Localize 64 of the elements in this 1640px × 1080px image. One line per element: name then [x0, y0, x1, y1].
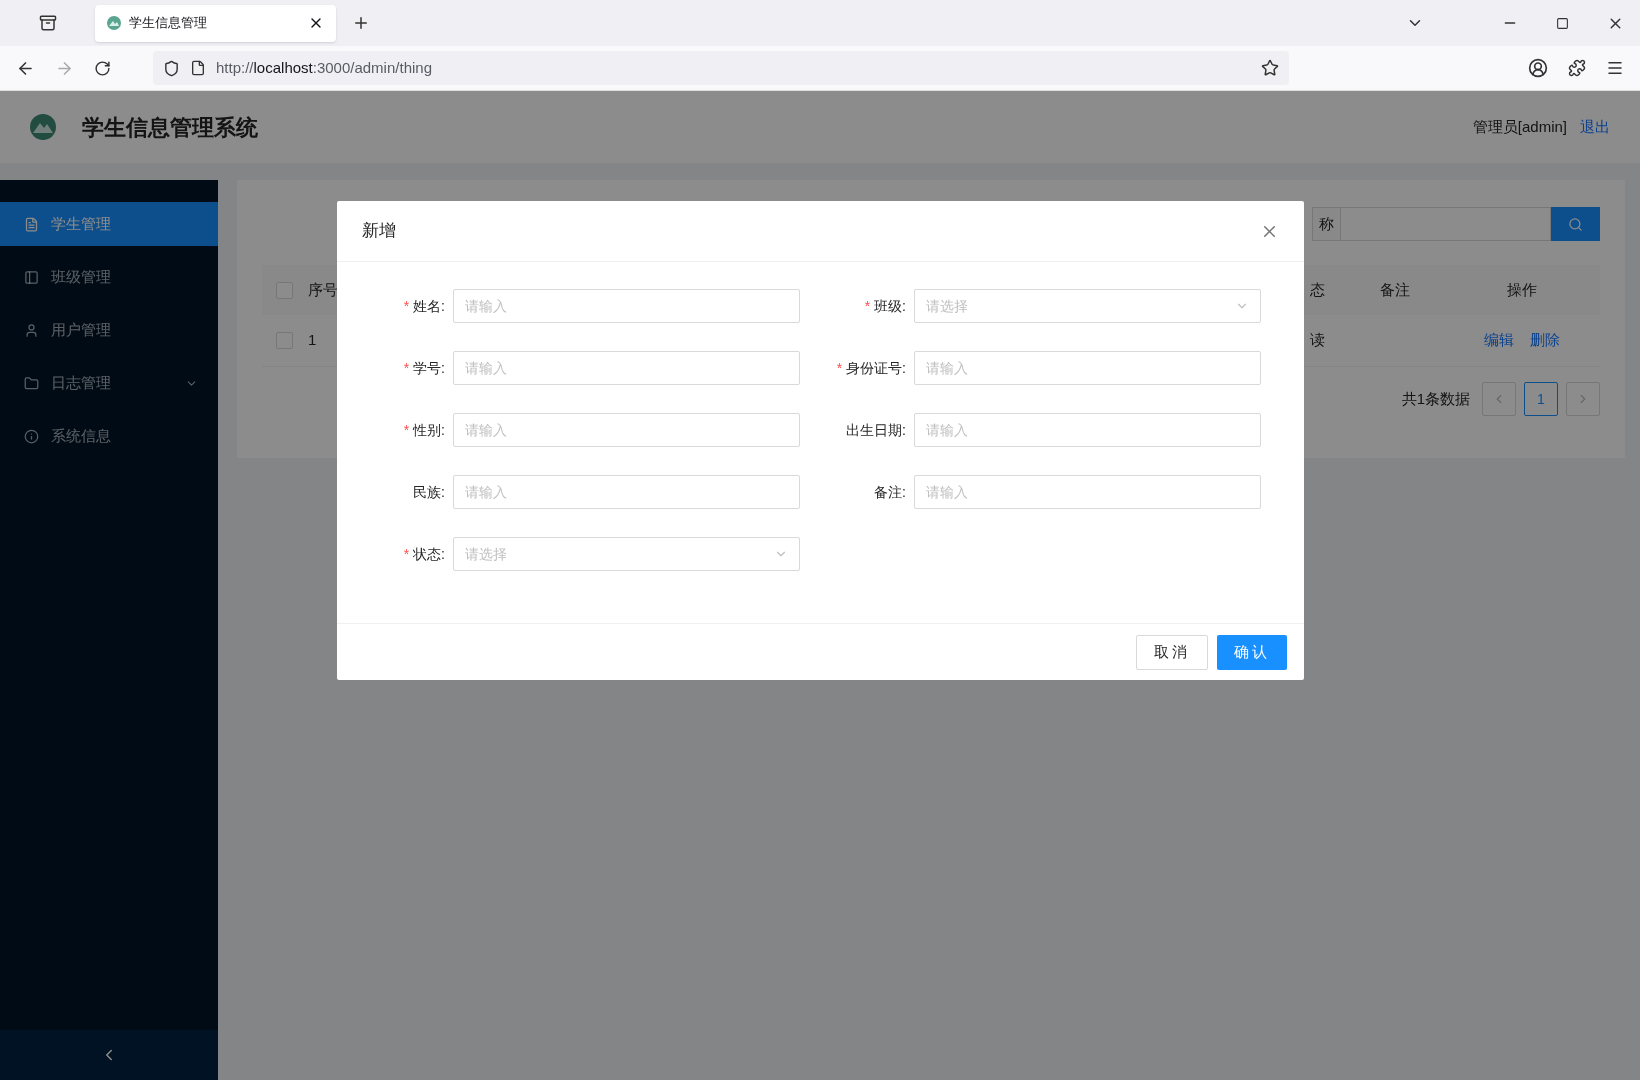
required-asterisk: *: [403, 358, 410, 378]
sidebar-item[interactable]: 系统信息: [0, 414, 218, 458]
table-cell-text: 读: [1309, 330, 1326, 351]
field-label: 出生日期:: [846, 420, 906, 440]
field-label: 身份证号:: [846, 358, 906, 378]
search-field[interactable]: [1341, 207, 1551, 241]
input-field[interactable]: 请输入: [914, 351, 1261, 385]
confirm-button[interactable]: 确认: [1217, 634, 1287, 670]
sidebar-item[interactable]: 学生管理: [0, 202, 218, 246]
sidebar-item[interactable]: 班级管理: [0, 255, 218, 299]
url-text: http://localhost:3000/admin/thing: [216, 57, 433, 78]
select-field[interactable]: 请选择: [914, 289, 1261, 323]
required-asterisk: *: [864, 296, 871, 316]
browser-tab[interactable]: 学生信息管理: [95, 4, 336, 42]
required-asterisk: *: [836, 358, 843, 378]
field-label: 性别:: [413, 420, 445, 440]
column-header: 态: [1309, 279, 1326, 300]
required-asterisk: *: [403, 420, 410, 440]
field-label: 学号:: [413, 358, 445, 378]
extensions-icon[interactable]: [1568, 59, 1586, 77]
app-title: 学生信息管理系统: [82, 113, 258, 142]
bookmark-star-icon[interactable]: [1261, 59, 1279, 77]
input-field[interactable]: 请输入: [453, 289, 800, 323]
page-icon: [190, 60, 206, 76]
cancel-button[interactable]: 取消: [1136, 634, 1208, 670]
field-label: 民族:: [413, 482, 445, 502]
menu-item-icon: [24, 216, 39, 232]
search-icon: [1568, 216, 1583, 232]
input-field[interactable]: 请输入: [914, 475, 1261, 509]
sidebar-item[interactable]: 用户管理: [0, 308, 218, 352]
field-label: 班级:: [874, 296, 906, 316]
account-icon[interactable]: [1528, 58, 1548, 78]
table-cell-text: 1: [307, 330, 318, 351]
shield-icon: [163, 59, 180, 77]
search-label: 称: [1312, 207, 1341, 241]
input-field[interactable]: 请输入: [453, 475, 800, 509]
tab-title: 学生信息管理: [129, 14, 208, 33]
action-link[interactable]: 编辑: [1484, 329, 1514, 352]
column-header: 备注: [1379, 279, 1411, 300]
input-field[interactable]: 请输入: [914, 413, 1261, 447]
modal-title: 新增: [362, 220, 397, 243]
select-field[interactable]: 请选择: [453, 537, 800, 571]
logout-link[interactable]: 退出: [1580, 115, 1610, 139]
required-asterisk: *: [403, 544, 410, 564]
required-asterisk: *: [403, 296, 410, 316]
reload-icon[interactable]: [94, 59, 111, 77]
action-link[interactable]: 删除: [1530, 329, 1560, 352]
field-label: 姓名:: [413, 296, 445, 316]
page-button[interactable]: 1: [1524, 382, 1558, 416]
input-field[interactable]: 请输入: [453, 413, 800, 447]
menu-icon[interactable]: [1606, 59, 1624, 77]
tab-favicon-icon: [107, 16, 121, 30]
user-name: 管理员[admin]: [1472, 116, 1567, 137]
address-bar[interactable]: http://localhost:3000/admin/thing: [153, 51, 1289, 85]
input-field[interactable]: 请输入: [453, 351, 800, 385]
field-label: 状态:: [413, 544, 445, 564]
mountain-logo-icon: [30, 114, 56, 140]
column-header: 序号: [307, 279, 339, 300]
field-label: 备注:: [874, 482, 906, 502]
sidebar-item[interactable]: 日志管理: [0, 361, 218, 405]
new-tab-icon[interactable]: [352, 14, 370, 32]
maximize-icon[interactable]: [1556, 16, 1569, 30]
pagination-total: 共1条数据: [1401, 388, 1470, 409]
column-header: 操作: [1506, 279, 1538, 300]
